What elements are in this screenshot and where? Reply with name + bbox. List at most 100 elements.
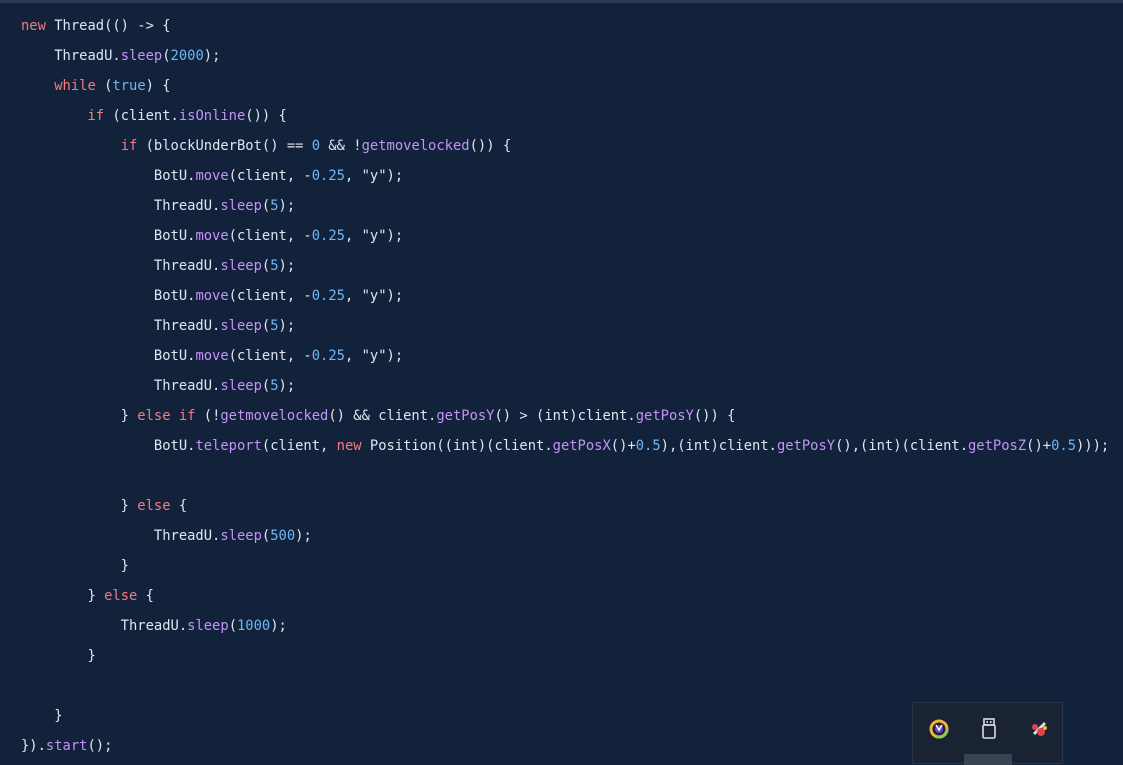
code-token: 0.5 (1051, 438, 1076, 454)
code-token: ); (386, 288, 404, 304)
code-token: ThreadU. (21, 258, 221, 274)
code-line[interactable]: BotU.move(client, -0.25, "y"); (0, 341, 1109, 371)
code-token: move (195, 348, 229, 364)
code-token: ( (261, 318, 271, 334)
code-line[interactable]: ThreadU.sleep(5); (0, 251, 1109, 281)
code-line[interactable]: } else { (0, 491, 1109, 521)
code-token: && ! (320, 138, 362, 154)
code-token: ( (228, 618, 237, 634)
code-token: ()) { (693, 408, 736, 424)
code-line[interactable]: while (true) { (0, 71, 1109, 101)
code-token: sleep (120, 48, 163, 64)
code-token: } (21, 558, 129, 574)
code-line[interactable]: } (0, 551, 1109, 581)
code-line[interactable]: ThreadU.sleep(2000); (0, 41, 1109, 71)
code-token: (); (87, 738, 113, 754)
code-token: else if (137, 408, 196, 424)
browser-logo-icon[interactable] (927, 717, 951, 741)
code-token: (client. (104, 108, 179, 124)
code-token: ThreadU. (21, 198, 221, 214)
code-line[interactable]: } else { (0, 581, 1109, 611)
code-line[interactable]: BotU.move(client, -0.25, "y"); (0, 221, 1109, 251)
code-line[interactable]: BotU.move(client, -0.25, "y"); (0, 161, 1109, 191)
code-token: 1000 (237, 618, 271, 634)
code-token: getPosY (635, 408, 694, 424)
code-line[interactable]: ThreadU.sleep(500); (0, 521, 1109, 551)
code-token: getmovelocked (361, 138, 470, 154)
code-line[interactable] (0, 671, 1109, 701)
code-token: move (195, 168, 229, 184)
code-line[interactable]: } (0, 641, 1109, 671)
code-token: 0.25 (311, 348, 345, 364)
code-line[interactable]: ThreadU.sleep(5); (0, 191, 1109, 221)
code-token: ); (270, 618, 287, 634)
code-token: (client, (261, 438, 337, 454)
code-line[interactable]: if (blockUnderBot() == 0 && !getmovelock… (0, 131, 1109, 161)
code-token: ()) { (245, 108, 287, 124)
code-editor[interactable]: new Thread(() -> { ThreadU.sleep(2000); … (0, 0, 1123, 765)
code-token: ThreadU. (21, 618, 188, 634)
code-line[interactable]: } else if (!getmovelocked() && client.ge… (0, 401, 1109, 431)
code-line[interactable]: ThreadU.sleep(5); (0, 371, 1109, 401)
code-token: ); (278, 318, 296, 334)
code-view[interactable]: new Thread(() -> { ThreadU.sleep(2000); … (0, 11, 1109, 761)
code-token: getPosY (776, 438, 836, 454)
code-token: "y" (361, 228, 387, 244)
code-token: 5 (270, 378, 279, 394)
code-token: 0.5 (635, 438, 661, 454)
code-token: start (45, 738, 88, 754)
code-token: sleep (220, 528, 262, 544)
code-line[interactable]: ThreadU.sleep(1000); (0, 611, 1109, 641)
code-token: (client, - (228, 168, 312, 184)
code-line[interactable]: ThreadU.sleep(5); (0, 311, 1109, 341)
code-token: (),(int)(client. (835, 438, 968, 454)
code-token: ); (278, 198, 296, 214)
code-token: ThreadU. (21, 318, 221, 334)
code-token: ); (386, 228, 404, 244)
code-token: sleep (220, 258, 262, 274)
code-token: } (21, 708, 63, 724)
code-line[interactable]: new Thread(() -> { (0, 11, 1109, 41)
code-token: Thread(() -> { (45, 18, 171, 34)
code-token: Position((int)(client. (361, 438, 553, 454)
code-token: , (344, 288, 362, 304)
code-token: if (87, 108, 105, 124)
code-token: 0.25 (311, 168, 345, 184)
code-line[interactable] (0, 461, 1109, 491)
code-token: } (21, 648, 96, 664)
code-line[interactable]: BotU.teleport(client, new Position((int)… (0, 431, 1109, 461)
code-token: move (195, 228, 229, 244)
code-token: ThreadU. (21, 378, 221, 394)
code-token: ); (295, 528, 312, 544)
code-token: ThreadU. (21, 48, 121, 64)
code-token: BotU. (21, 168, 196, 184)
code-token: ( (162, 48, 171, 64)
code-line[interactable]: if (client.isOnline()) { (0, 101, 1109, 131)
code-token: sleep (220, 198, 262, 214)
code-token: if (120, 138, 138, 154)
code-token: ()+ (1026, 438, 1052, 454)
code-token: 0.25 (311, 228, 345, 244)
code-token: ))); (1076, 438, 1110, 454)
code-token: } (21, 588, 105, 604)
code-token: BotU. (21, 438, 196, 454)
code-token: "y" (361, 168, 387, 184)
code-token: ); (203, 48, 221, 64)
code-token: true (112, 78, 146, 94)
code-token: new (21, 18, 46, 34)
code-token: } (21, 408, 138, 424)
code-token: BotU. (21, 348, 196, 364)
code-token: ) { (145, 78, 171, 94)
code-token: (client, - (228, 288, 312, 304)
code-token: ( (261, 258, 271, 274)
code-token: ( (261, 198, 271, 214)
code-token: teleport (195, 438, 262, 454)
code-token: (client, - (228, 228, 312, 244)
code-token: ()) { (469, 138, 512, 154)
code-token: ( (261, 378, 271, 394)
code-token: { (170, 498, 188, 514)
rocket-app-icon[interactable] (1027, 717, 1051, 741)
code-line[interactable]: BotU.move(client, -0.25, "y"); (0, 281, 1109, 311)
usb-drive-icon[interactable] (977, 717, 1001, 741)
